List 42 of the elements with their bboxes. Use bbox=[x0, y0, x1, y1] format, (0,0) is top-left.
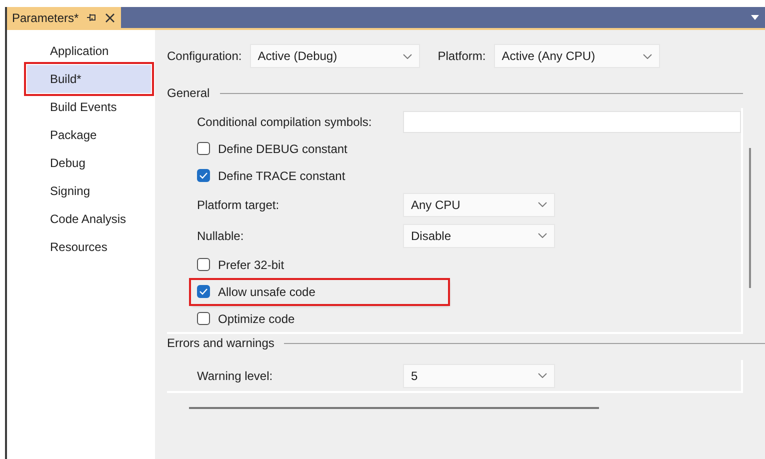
dropdown[interactable]: Disable bbox=[403, 224, 555, 248]
chevron-down-icon bbox=[402, 54, 412, 58]
pin-icon[interactable] bbox=[86, 13, 97, 22]
field-label: Nullable: bbox=[197, 228, 245, 244]
dropdown[interactable]: Any CPU bbox=[403, 192, 555, 216]
field-label: Warning level: bbox=[197, 368, 274, 384]
sidebar-item[interactable]: Signing bbox=[27, 177, 151, 205]
checkbox[interactable] bbox=[197, 169, 210, 182]
chevron-down-icon bbox=[538, 233, 547, 238]
scrollbar-thumb[interactable] bbox=[189, 407, 599, 409]
checkbox-label[interactable]: Define TRACE constant bbox=[218, 166, 424, 184]
scrollbar-thumb[interactable] bbox=[749, 148, 751, 288]
checkbox-label[interactable]: Allow unsafe code bbox=[218, 282, 424, 300]
sidebar-item[interactable]: Package bbox=[27, 121, 151, 149]
sidebar-item[interactable]: Application bbox=[27, 37, 151, 65]
section-header: Errors and warnings bbox=[167, 335, 274, 352]
dropdown[interactable]: Active (Any CPU) bbox=[494, 44, 660, 68]
dropdown[interactable]: Active (Debug) bbox=[250, 44, 420, 68]
field-label: Configuration: bbox=[167, 48, 242, 65]
close-icon[interactable] bbox=[104, 12, 115, 22]
checkbox[interactable] bbox=[197, 285, 210, 298]
checkbox-label[interactable]: Optimize code bbox=[218, 310, 424, 328]
checkbox[interactable] bbox=[197, 258, 210, 271]
field-label: Platform: bbox=[438, 48, 486, 65]
sidebar-item[interactable]: Build* bbox=[27, 65, 151, 93]
checkbox-label[interactable]: Prefer 32-bit bbox=[218, 256, 424, 274]
chevron-down-icon bbox=[642, 54, 652, 58]
section-header: General bbox=[167, 85, 210, 102]
field-label: Platform target: bbox=[197, 196, 280, 214]
chevron-down-icon bbox=[538, 202, 547, 207]
checkbox-label[interactable]: Define DEBUG constant bbox=[218, 140, 424, 158]
dropdown-arrow-icon[interactable] bbox=[751, 15, 759, 20]
sidebar-item[interactable]: Code Analysis bbox=[27, 205, 151, 233]
text-field[interactable] bbox=[403, 110, 741, 132]
sidebar-item[interactable]: Resources bbox=[27, 233, 151, 261]
chevron-down-icon bbox=[538, 373, 547, 378]
checkbox[interactable] bbox=[197, 312, 210, 325]
field-label: Conditional compilation symbols: bbox=[197, 114, 373, 130]
sidebar-item[interactable]: Debug bbox=[27, 149, 151, 177]
dropdown[interactable]: 5 bbox=[403, 364, 555, 388]
sidebar-item[interactable]: Build Events bbox=[27, 93, 151, 121]
checkbox[interactable] bbox=[197, 142, 210, 155]
